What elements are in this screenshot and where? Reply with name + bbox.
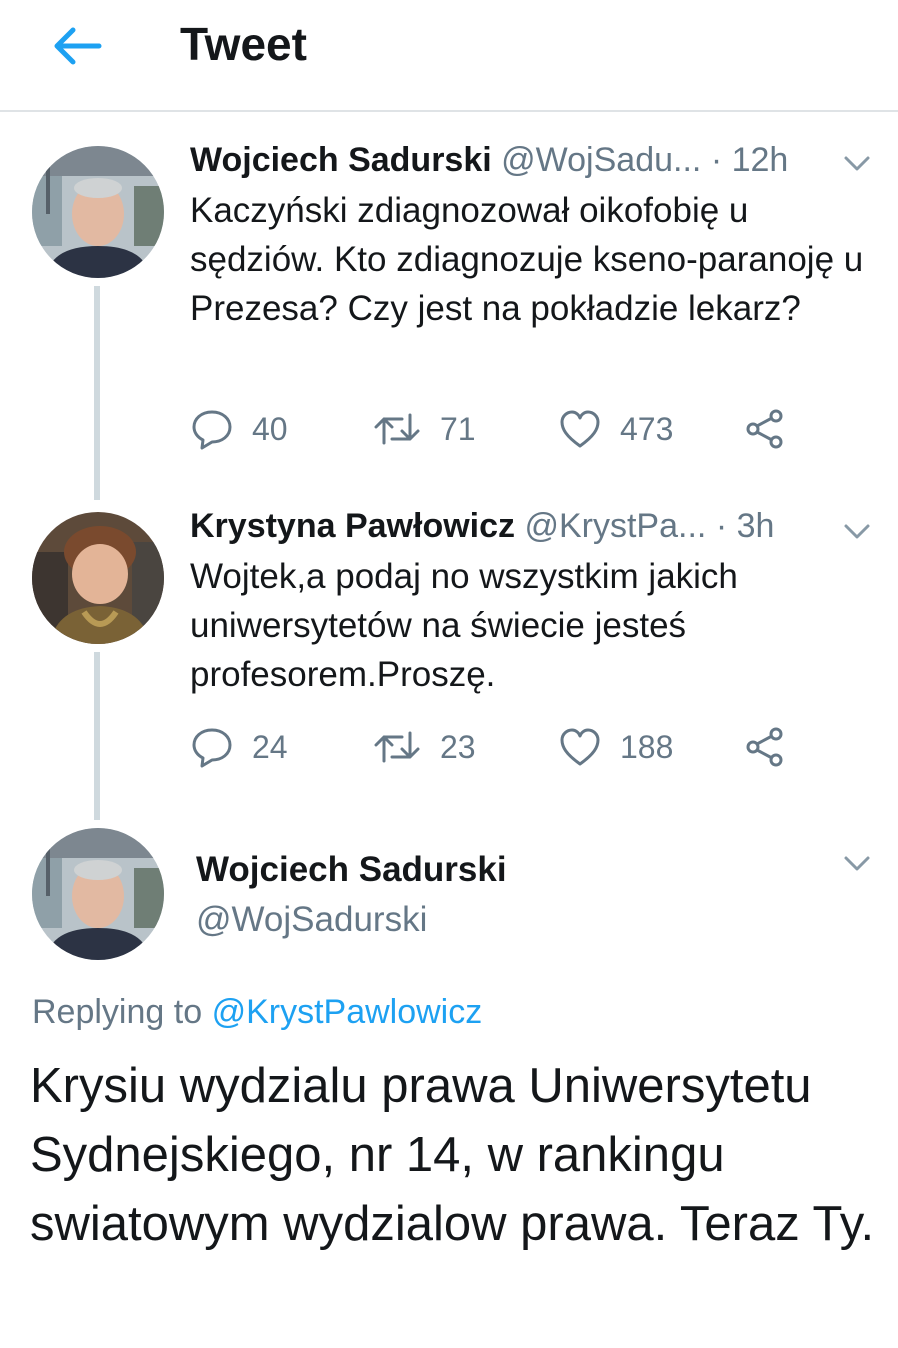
mention-link[interactable]: @KrystPawlowicz (212, 993, 483, 1031)
author-handle[interactable]: @WojSadu... (501, 141, 701, 179)
avatar-photo (32, 828, 164, 960)
share-icon (746, 727, 783, 767)
reply-icon (192, 728, 232, 768)
author-name[interactable]: Wojciech Sadurski (196, 848, 507, 892)
retweet-icon (374, 413, 420, 445)
replying-label: Replying to (32, 993, 203, 1031)
retweet-count: 71 (440, 410, 476, 447)
reply-button[interactable]: 40 (190, 404, 288, 454)
thread-connector (94, 652, 100, 820)
share-icon (746, 409, 783, 449)
retweet-count: 23 (440, 728, 476, 765)
thread-connector (94, 286, 100, 500)
chevron-down-icon[interactable] (842, 852, 872, 876)
tweet-header: Krystyna Pawłowicz @KrystPa... · 3h (190, 504, 850, 548)
tweet-time[interactable]: · 3h (716, 507, 775, 545)
tweet-text: Krysiu wydzialu prawa Uniwersytetu Sydne… (30, 1059, 875, 1251)
author-handle[interactable]: @KrystPa... (524, 507, 706, 545)
tweet-actions: 24 23 188 (190, 722, 800, 772)
author-handle[interactable]: @WojSadurski (196, 898, 427, 942)
tweet-text: Kaczyński zdiagnozował oikofobię u sędzi… (190, 191, 864, 328)
tweet-actions: 40 71 473 (190, 404, 800, 454)
tweet-time[interactable]: · 12h (711, 141, 789, 179)
retweet-button[interactable]: 23 (372, 722, 476, 772)
avatar[interactable] (32, 828, 164, 960)
chevron-down-icon[interactable] (842, 520, 872, 544)
reply-icon (192, 410, 232, 450)
page-title: Tweet (180, 18, 307, 70)
top-bar: Tweet (0, 0, 898, 112)
like-count: 473 (620, 410, 674, 447)
arrow-left-icon (54, 27, 102, 65)
avatar[interactable] (32, 146, 164, 278)
avatar[interactable] (32, 512, 164, 644)
tweet-header: Wojciech Sadurski @WojSadu... · 12h (190, 138, 850, 182)
share-button[interactable] (744, 722, 786, 772)
author-name[interactable]: Krystyna Pawłowicz (190, 507, 515, 545)
reply-count: 40 (252, 410, 288, 447)
reply-button[interactable]: 24 (190, 722, 288, 772)
author-name[interactable]: Wojciech Sadurski (190, 141, 492, 179)
chevron-down-icon[interactable] (842, 152, 872, 176)
like-button[interactable]: 188 (558, 722, 673, 772)
tweet-text: Wojtek,a podaj no wszystkim jakich uniwe… (190, 557, 738, 694)
share-button[interactable] (744, 404, 786, 454)
retweet-button[interactable]: 71 (372, 404, 476, 454)
retweet-icon (374, 731, 420, 763)
avatar-photo (32, 146, 164, 278)
reply-count: 24 (252, 728, 288, 765)
avatar-photo (32, 512, 164, 644)
like-button[interactable]: 473 (558, 404, 673, 454)
heart-icon (560, 410, 600, 448)
heart-icon (560, 728, 600, 766)
like-count: 188 (620, 728, 674, 765)
back-button[interactable] (44, 18, 108, 74)
replying-to: Replying to @KrystPawlowicz (32, 990, 482, 1034)
